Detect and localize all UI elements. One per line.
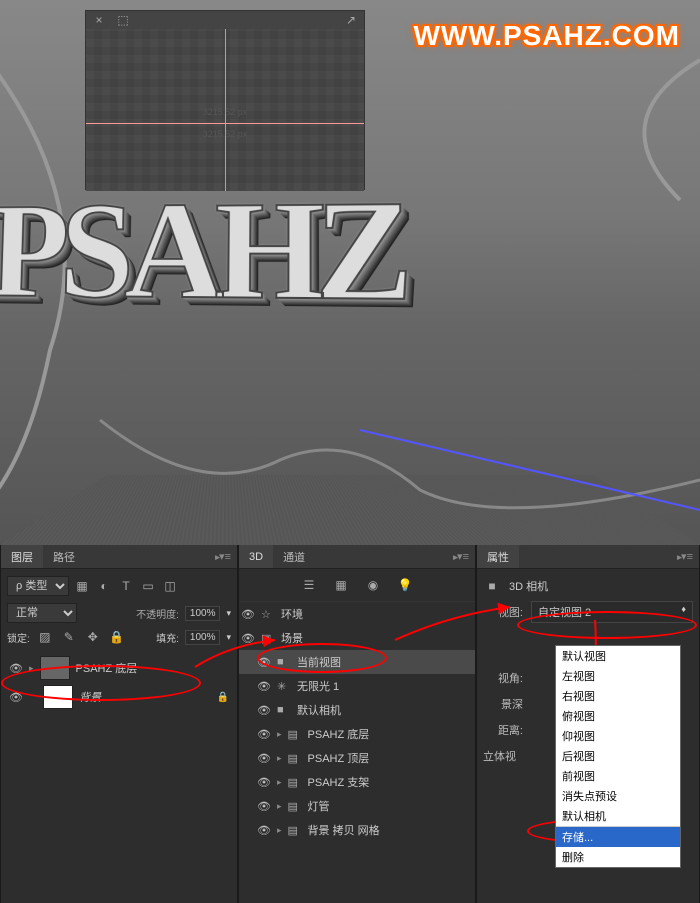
properties-panel: 属性 ▸▸ ▾≡ ■ 3D 相机 视图: 自定视图 2♦ 视角: 景深 距离: …	[476, 545, 700, 903]
material-filter-icon[interactable]: ◉	[363, 575, 383, 595]
opacity-chevron-icon[interactable]: ▾	[226, 608, 231, 619]
kind-filter-select[interactable]: ρ 类型	[7, 576, 69, 596]
watermark-text: WWW.PSAHZ.COM	[413, 20, 680, 52]
properties-body: ■ 3D 相机 视图: 自定视图 2♦ 视角: 景深 距离: 立体视 默认视图	[477, 569, 699, 903]
layer-item-background[interactable]: 👁 背景 🔒	[7, 683, 231, 711]
dropdown-item[interactable]: 仰视图	[556, 726, 680, 746]
filter-smart-icon[interactable]: ◫	[161, 577, 179, 595]
lock-all-icon[interactable]: 🔒	[108, 628, 126, 646]
nav-dimension-1: 3215.52 px	[203, 107, 248, 117]
navigator-header: × ⬚ ↗	[86, 11, 364, 29]
layer-label: 背景	[79, 689, 101, 705]
navigator-body[interactable]: 3215.52 px 3215.52 px	[86, 29, 364, 191]
dropdown-item[interactable]: 消失点预设	[556, 786, 680, 806]
layer-thumbnail[interactable]	[43, 685, 73, 709]
distance-label: 距离:	[483, 722, 523, 738]
lock-fill-row: 锁定: ▨ ✎ ✥ 🔒 填充: 100% ▾	[7, 625, 231, 649]
layer-filter-row: ρ 类型 ▦ ◐ T ▭ ◫	[7, 573, 231, 599]
dropdown-item[interactable]: 默认相机	[556, 806, 680, 826]
dropdown-item[interactable]: 前视图	[556, 766, 680, 786]
mesh-filter-icon[interactable]: ▦	[331, 575, 351, 595]
tree-default-camera[interactable]: 👁■默认相机	[239, 698, 475, 722]
tab-layers[interactable]: 图层	[1, 545, 43, 568]
fill-chevron-icon[interactable]: ▾	[226, 632, 231, 643]
tab-properties[interactable]: 属性	[477, 545, 519, 568]
lock-position-icon[interactable]: ✥	[84, 628, 102, 646]
nav-dimension-2: 3215.52 px	[203, 129, 248, 139]
lock-pixel-icon[interactable]: ✎	[60, 628, 78, 646]
properties-title: 3D 相机	[509, 578, 548, 594]
3d-scene-panel: 3D 通道 ▸▸ ▾≡ ☰ ▦ ◉ 💡 👁☆环境 👁▣场景 👁■当前视图 👁✳无…	[238, 545, 476, 903]
panel-menu-icon[interactable]: ▸▸ ▾≡	[209, 550, 237, 563]
stereo-label: 立体视	[483, 748, 516, 764]
layer-thumbnail[interactable]	[40, 656, 70, 680]
visibility-icon[interactable]: 👁	[9, 662, 23, 675]
tree-current-view[interactable]: 👁■当前视图	[239, 650, 475, 674]
3d-body: ☰ ▦ ◉ 💡 👁☆环境 👁▣场景 👁■当前视图 👁✳无限光 1 👁■默认相机 …	[239, 569, 475, 903]
blend-mode-select[interactable]: 正常	[7, 603, 77, 623]
opacity-value[interactable]: 100%	[185, 606, 221, 621]
filter-adjust-icon[interactable]: ◐	[95, 577, 113, 595]
close-icon[interactable]: ×	[90, 11, 108, 29]
scene-filter-icon[interactable]: ☰	[299, 575, 319, 595]
lock-label: 锁定:	[7, 630, 30, 645]
layer-label: PSAHZ 底层	[76, 660, 138, 676]
tab-channels[interactable]: 通道	[273, 545, 315, 568]
fill-label: 填充:	[156, 630, 179, 645]
dropdown-item[interactable]: 默认视图	[556, 646, 680, 666]
bottom-panels: 图层 路径 ▸▸ ▾≡ ρ 类型 ▦ ◐ T ▭ ◫ 正常 不透明度: 100%…	[0, 545, 700, 903]
tree-mesh-tube[interactable]: 👁▸▤灯管	[239, 794, 475, 818]
3d-viewport[interactable]: WWW.PSAHZ.COM PSAHZ × ⬚ ↗ 3215.52 px 321…	[0, 0, 700, 545]
visibility-icon[interactable]: 👁	[9, 691, 23, 704]
view-label: 视图:	[483, 604, 523, 620]
tree-environment[interactable]: 👁☆环境	[239, 602, 475, 626]
dropdown-item[interactable]: 后视图	[556, 746, 680, 766]
layers-panel: 图层 路径 ▸▸ ▾≡ ρ 类型 ▦ ◐ T ▭ ◫ 正常 不透明度: 100%…	[0, 545, 238, 903]
tree-mesh-bottom[interactable]: 👁▸▤PSAHZ 底层	[239, 722, 475, 746]
view-select-row: 视图: 自定视图 2♦	[483, 599, 693, 625]
tree-mesh-bracket[interactable]: 👁▸▤PSAHZ 支架	[239, 770, 475, 794]
dropdown-item[interactable]: 左视图	[556, 666, 680, 686]
dof-label: 景深	[483, 696, 523, 712]
view-dropdown-list[interactable]: 默认视图 左视图 右视图 俯视图 仰视图 后视图 前视图 消失点预设 默认相机 …	[555, 645, 681, 868]
tree-mesh-top[interactable]: 👁▸▤PSAHZ 顶层	[239, 746, 475, 770]
3d-tabs: 3D 通道 ▸▸ ▾≡	[239, 545, 475, 569]
camera-icon: ■	[483, 577, 501, 595]
view-select[interactable]: 自定视图 2♦	[531, 601, 693, 623]
light-filter-icon[interactable]: 💡	[395, 575, 415, 595]
popout-icon[interactable]: ↗	[342, 11, 360, 29]
fill-value[interactable]: 100%	[185, 630, 221, 645]
tab-3d[interactable]: 3D	[239, 545, 273, 568]
filter-type-icon[interactable]: T	[117, 577, 135, 595]
dropdown-item[interactable]: 右视图	[556, 686, 680, 706]
properties-header-row: ■ 3D 相机	[483, 573, 693, 599]
filter-shape-icon[interactable]: ▭	[139, 577, 157, 595]
panel-menu-icon[interactable]: ▸▸ ▾≡	[447, 550, 475, 563]
dropdown-item[interactable]: 俯视图	[556, 706, 680, 726]
layer-item-psahz[interactable]: 👁 ▸ PSAHZ 底层	[7, 653, 231, 683]
dropdown-item-save[interactable]: 存储...	[556, 827, 680, 847]
layers-tabs: 图层 路径 ▸▸ ▾≡	[1, 545, 237, 569]
navigator-panel[interactable]: × ⬚ ↗ 3215.52 px 3215.52 px	[85, 10, 365, 190]
tree-infinite-light[interactable]: 👁✳无限光 1	[239, 674, 475, 698]
properties-tabs: 属性 ▸▸ ▾≡	[477, 545, 699, 569]
dropdown-item[interactable]: 删除	[556, 847, 680, 867]
layers-body: ρ 类型 ▦ ◐ T ▭ ◫ 正常 不透明度: 100% ▾ 锁定: ▨ ✎ ✥…	[1, 569, 237, 903]
3d-filter-toolbar: ☰ ▦ ◉ 💡	[239, 569, 475, 602]
expand-icon[interactable]: ⬚	[114, 11, 132, 29]
blend-opacity-row: 正常 不透明度: 100% ▾	[7, 601, 231, 625]
filter-pixel-icon[interactable]: ▦	[73, 577, 91, 595]
crosshair-horizontal	[86, 123, 364, 124]
tab-paths[interactable]: 路径	[43, 545, 85, 568]
tree-mesh-bgcopy[interactable]: 👁▸▤背景 拷贝 网格	[239, 818, 475, 842]
lock-icon: 🔒	[217, 692, 229, 703]
layer-list: 👁 ▸ PSAHZ 底层 👁 背景 🔒	[7, 653, 231, 711]
expand-chevron-icon[interactable]: ▸	[29, 663, 34, 674]
opacity-label: 不透明度:	[136, 606, 179, 621]
fov-label: 视角:	[483, 670, 523, 686]
tree-scene[interactable]: 👁▣场景	[239, 626, 475, 650]
panel-menu-icon[interactable]: ▸▸ ▾≡	[671, 550, 699, 563]
lock-transparent-icon[interactable]: ▨	[36, 628, 54, 646]
3d-text-psahz: PSAHZ	[0, 168, 403, 334]
